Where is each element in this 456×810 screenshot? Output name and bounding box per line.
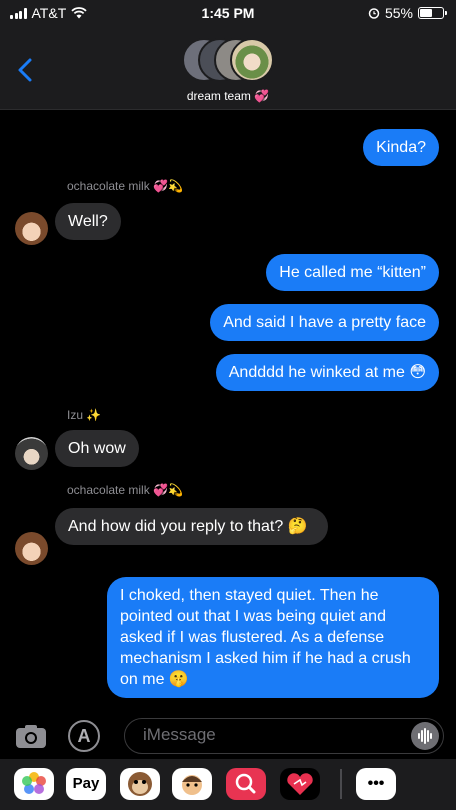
waveform-icon: [418, 728, 432, 744]
monkey-icon: [128, 772, 152, 796]
message-list[interactable]: Kinda? ochacolate milk 💞💫 Well? He calle…: [0, 111, 456, 713]
avatar: [15, 532, 48, 565]
memoji-face-icon: [182, 775, 202, 795]
sender-name: ochacolate milk 💞💫: [67, 483, 183, 497]
battery-fill: [420, 9, 433, 17]
sender-name: Izu ✨: [67, 408, 102, 422]
animoji-icon[interactable]: [120, 768, 160, 800]
message-input[interactable]: [143, 725, 403, 745]
magnifier-icon: [235, 773, 256, 794]
status-bar: AT&T 1:45 PM 55%: [0, 0, 456, 28]
sender-name: ochacolate milk 💞💫: [67, 179, 183, 193]
outgoing-message[interactable]: He called me “kitten”: [266, 254, 439, 291]
outgoing-message[interactable]: Andddd he winked at me 😳: [215, 354, 439, 391]
battery-percent: 55%: [384, 5, 413, 21]
apple-pay-icon[interactable]: Pay: [66, 768, 106, 800]
more-label: •••: [367, 775, 385, 792]
conversation-header: dream team 💞: [0, 28, 456, 110]
battery-icon: [418, 7, 447, 19]
battery-group: 55%: [368, 5, 447, 21]
search-images-icon[interactable]: [226, 768, 266, 800]
message-field[interactable]: [124, 718, 444, 754]
photos-flower-icon: [22, 772, 46, 794]
more-apps-icon[interactable]: •••: [356, 768, 396, 800]
back-chevron-icon[interactable]: [16, 56, 36, 84]
outgoing-message[interactable]: And said I have a pretty face: [210, 304, 439, 341]
avatar: [15, 437, 48, 470]
incoming-message[interactable]: Oh wow: [55, 430, 139, 467]
camera-icon[interactable]: [14, 723, 48, 749]
drawer-divider: [340, 769, 342, 799]
outgoing-message[interactable]: I choked, then stayed quiet. Then he poi…: [107, 577, 439, 698]
avatar: [15, 212, 48, 245]
app-drawer: Pay •••: [0, 759, 456, 810]
group-avatars[interactable]: [182, 38, 274, 82]
alarm-icon: [368, 8, 380, 19]
compose-bar: A: [0, 713, 456, 759]
digital-touch-heart-icon: [287, 773, 313, 795]
group-name[interactable]: dream team 💞: [0, 89, 456, 103]
outgoing-message[interactable]: Kinda?: [363, 129, 439, 166]
incoming-message[interactable]: And how did you reply to that? 🤔: [55, 508, 328, 545]
apple-pay-label: Pay: [72, 775, 100, 792]
app-store-icon[interactable]: A: [68, 720, 100, 752]
memoji-icon[interactable]: [172, 768, 212, 800]
audio-message-button[interactable]: [411, 722, 439, 750]
heart-icon[interactable]: [280, 768, 320, 800]
avatar: [230, 38, 274, 82]
photos-icon[interactable]: [14, 768, 54, 800]
incoming-message[interactable]: Well?: [55, 203, 121, 240]
